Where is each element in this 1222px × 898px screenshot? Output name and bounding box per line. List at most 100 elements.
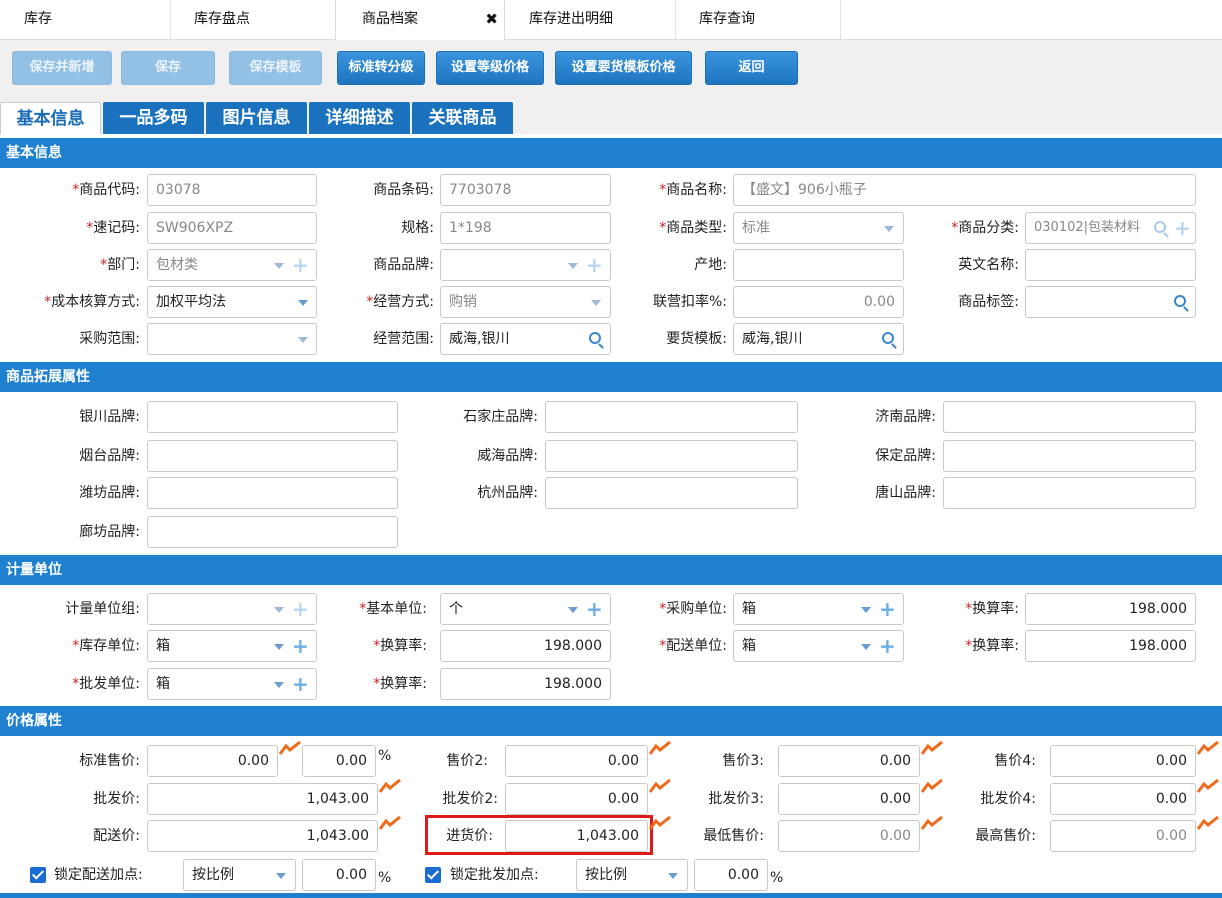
chevron-down-icon[interactable] xyxy=(668,873,678,879)
chevron-down-icon[interactable] xyxy=(276,873,286,879)
chevron-down-icon[interactable] xyxy=(861,607,871,613)
tab-product-archive[interactable]: 商品档案 ✖ xyxy=(335,0,505,40)
search-icon[interactable] xyxy=(1174,295,1186,307)
stock-unit-select[interactable]: 箱 + xyxy=(147,630,317,662)
set-grade-price-button[interactable]: 设置等级价格 xyxy=(436,51,544,85)
tab-multi-barcode[interactable]: 一品多码 xyxy=(103,102,204,134)
lock-wholesale-markup-checkbox[interactable] xyxy=(425,867,441,883)
shijiazhuang-brand-input[interactable] xyxy=(545,401,798,433)
search-icon[interactable] xyxy=(1154,221,1166,233)
chevron-down-icon[interactable] xyxy=(861,644,871,650)
search-icon[interactable] xyxy=(589,332,601,344)
price-2-input[interactable]: 0.00 xyxy=(505,745,648,777)
lock-wholesale-mode-select[interactable]: 按比例 xyxy=(576,859,688,891)
business-scope-input[interactable]: 威海,银川 xyxy=(440,323,611,355)
plus-icon[interactable]: + xyxy=(292,669,309,699)
cost-method-select[interactable]: 加权平均法 xyxy=(147,286,317,318)
tab-related-products[interactable]: 关联商品 xyxy=(412,102,513,134)
plus-icon[interactable]: + xyxy=(879,594,896,624)
wholesale-price-4-input[interactable]: 0.00 xyxy=(1050,783,1196,815)
save-button[interactable]: 保存 xyxy=(121,51,215,85)
base-unit-select[interactable]: 个 + xyxy=(440,593,611,625)
lock-distribution-markup-checkbox[interactable] xyxy=(30,867,46,883)
standard-price-percent-input[interactable]: 0.00 xyxy=(302,745,376,777)
tab-detail-desc[interactable]: 详细描述 xyxy=(309,102,410,134)
jinan-brand-input[interactable] xyxy=(943,401,1196,433)
plus-icon[interactable]: + xyxy=(292,594,309,624)
distribution-price-input[interactable]: 1,043.00 xyxy=(147,820,378,852)
price-3-input[interactable]: 0.00 xyxy=(778,745,920,777)
chevron-down-icon[interactable] xyxy=(591,300,601,306)
chevron-down-icon[interactable] xyxy=(568,607,578,613)
lock-wholesale-percent-input[interactable]: 0.00 xyxy=(694,859,768,891)
tab-stocktake[interactable]: 库存盘点 xyxy=(170,0,335,40)
chevron-down-icon[interactable] xyxy=(274,682,284,688)
trend-icon[interactable] xyxy=(1197,816,1219,830)
conversion-rate-input[interactable]: 198.000 xyxy=(440,630,611,662)
product-code-input[interactable]: 03078 xyxy=(147,174,317,206)
tab-inventory[interactable]: 库存 xyxy=(0,0,170,40)
chevron-down-icon[interactable] xyxy=(568,263,578,269)
chevron-down-icon[interactable] xyxy=(274,644,284,650)
english-name-input[interactable] xyxy=(1025,249,1196,281)
order-template-input[interactable]: 威海,银川 xyxy=(733,323,904,355)
barcode-input[interactable]: 7703078 xyxy=(440,174,611,206)
product-tag-input[interactable] xyxy=(1025,286,1196,318)
category-input[interactable]: 030102|包装材料 + xyxy=(1025,212,1196,244)
yantai-brand-input[interactable] xyxy=(147,440,398,472)
plus-icon[interactable]: + xyxy=(292,631,309,661)
tab-basic-info[interactable]: 基本信息 xyxy=(0,102,101,134)
plus-icon[interactable]: + xyxy=(879,631,896,661)
chevron-down-icon[interactable] xyxy=(274,263,284,269)
standard-to-grade-button[interactable]: 标准转分级 xyxy=(337,51,425,85)
baoding-brand-input[interactable] xyxy=(943,440,1196,472)
close-icon[interactable]: ✖ xyxy=(485,0,498,38)
tab-stock-detail[interactable]: 库存进出明细 xyxy=(505,0,675,40)
chevron-down-icon[interactable] xyxy=(298,300,308,306)
save-and-new-button[interactable]: 保存并新增 xyxy=(12,51,112,85)
trend-icon[interactable] xyxy=(279,741,301,755)
dept-select[interactable]: 包材类 + xyxy=(147,249,317,281)
chevron-down-icon[interactable] xyxy=(274,607,284,613)
save-template-button[interactable]: 保存模板 xyxy=(229,51,322,85)
max-price-input[interactable]: 0.00 xyxy=(1050,820,1196,852)
min-price-input[interactable]: 0.00 xyxy=(778,820,920,852)
price-4-input[interactable]: 0.00 xyxy=(1050,745,1196,777)
purchase-scope-select[interactable] xyxy=(147,323,317,355)
conversion-rate-input[interactable]: 198.000 xyxy=(1025,593,1196,625)
wholesale-unit-select[interactable]: 箱 + xyxy=(147,668,317,700)
weihai-brand-input[interactable] xyxy=(545,440,798,472)
chevron-down-icon[interactable] xyxy=(884,226,894,232)
conversion-rate-input[interactable]: 198.000 xyxy=(440,668,611,700)
wholesale-price-3-input[interactable]: 0.00 xyxy=(778,783,920,815)
lock-distribution-mode-select[interactable]: 按比例 xyxy=(183,859,296,891)
plus-icon[interactable]: + xyxy=(586,594,603,624)
brand-select[interactable]: + xyxy=(440,249,611,281)
search-icon[interactable] xyxy=(882,332,894,344)
lock-distribution-percent-input[interactable]: 0.00 xyxy=(302,859,376,891)
spec-input[interactable]: 1*198 xyxy=(440,212,611,244)
set-order-template-price-button[interactable]: 设置要货模板价格 xyxy=(555,51,692,85)
standard-price-input[interactable]: 0.00 xyxy=(147,745,278,777)
plus-icon[interactable]: + xyxy=(292,250,309,280)
business-mode-select[interactable]: 购销 xyxy=(440,286,611,318)
tab-image-info[interactable]: 图片信息 xyxy=(206,102,307,134)
wholesale-price-input[interactable]: 1,043.00 xyxy=(147,783,378,815)
product-type-select[interactable]: 标准 xyxy=(733,212,904,244)
weifang-brand-input[interactable] xyxy=(147,477,398,509)
plus-icon[interactable]: + xyxy=(586,250,603,280)
back-button[interactable]: 返回 xyxy=(705,51,798,85)
product-name-input[interactable]: 【盛文】906小瓶子 xyxy=(733,174,1196,206)
trend-icon[interactable] xyxy=(1197,779,1219,793)
yinchuan-brand-input[interactable] xyxy=(147,401,398,433)
origin-input[interactable] xyxy=(733,249,904,281)
unit-group-select[interactable]: + xyxy=(147,593,317,625)
conversion-rate-input[interactable]: 198.000 xyxy=(1025,630,1196,662)
chevron-down-icon[interactable] xyxy=(298,337,308,343)
plus-icon[interactable]: + xyxy=(1174,213,1191,243)
quick-code-input[interactable]: SW906XPZ xyxy=(147,212,317,244)
wholesale-price-2-input[interactable]: 0.00 xyxy=(505,783,648,815)
joint-rate-input[interactable]: 0.00 xyxy=(733,286,904,318)
tab-stock-query[interactable]: 库存查询 xyxy=(675,0,840,40)
purchase-unit-select[interactable]: 箱 + xyxy=(733,593,904,625)
